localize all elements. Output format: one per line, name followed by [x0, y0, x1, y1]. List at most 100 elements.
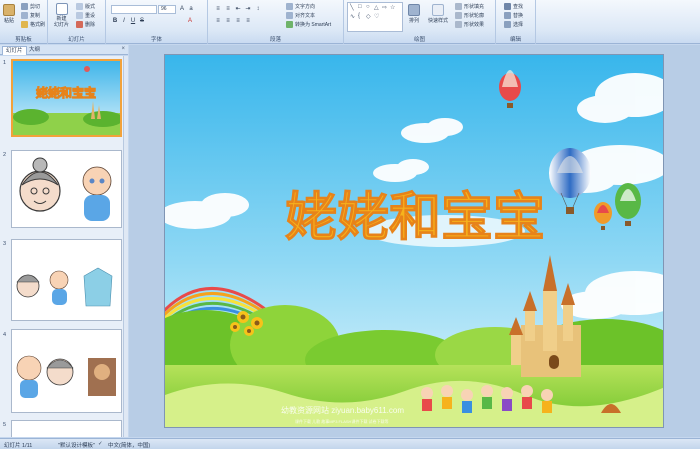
- delete-label: 删除: [85, 22, 96, 28]
- heart-shape-icon[interactable]: ♡: [374, 13, 379, 20]
- thumbnail-scrollbar[interactable]: [123, 56, 128, 437]
- shape-fill-label: 形状填充: [464, 4, 485, 10]
- align-center-button[interactable]: ≡: [224, 17, 232, 25]
- slide-thumbnails: 1 姥姥和宝宝 2 3 4 5: [0, 56, 128, 437]
- select-label: 选择: [513, 22, 524, 28]
- thumb-number: 1: [3, 60, 7, 66]
- effects-icon: [455, 21, 462, 28]
- curve-shape-icon[interactable]: ∿: [350, 13, 355, 20]
- slide-thumb-5[interactable]: [11, 420, 122, 437]
- arrow-shape-icon[interactable]: ⇨: [382, 4, 387, 11]
- reset-icon: [76, 12, 83, 19]
- slide-thumb-2[interactable]: [11, 150, 122, 228]
- spellcheck-icon[interactable]: ✓: [98, 441, 103, 447]
- justify-button[interactable]: ≡: [244, 17, 252, 25]
- brace-shape-icon[interactable]: {: [358, 13, 360, 19]
- layout-icon: [76, 3, 83, 10]
- cut-button[interactable]: 剪切: [21, 3, 40, 10]
- font-family-select[interactable]: [111, 5, 157, 14]
- bullets-button[interactable]: ≡: [214, 5, 222, 13]
- oval-shape-icon[interactable]: ○: [366, 4, 370, 10]
- reset-label: 重设: [85, 13, 96, 19]
- shapes-gallery[interactable]: ╲ □ ○ △ ⇨ ☆ ∿ { ◇ ♡: [347, 2, 403, 32]
- editing-group-label: 编辑: [509, 37, 521, 43]
- font-size-select[interactable]: 96: [158, 5, 176, 14]
- paragraph-group-label: 段落: [269, 37, 281, 43]
- shape-fill-button[interactable]: 形状填充: [455, 3, 484, 10]
- replace-label: 替换: [513, 13, 524, 19]
- line-spacing-button[interactable]: ↕: [254, 5, 262, 13]
- increase-indent-button[interactable]: ⇥: [244, 5, 252, 13]
- align-text-button[interactable]: 对齐文本: [286, 12, 315, 19]
- align-text-icon: [286, 12, 293, 19]
- slide-title[interactable]: 姥姥和宝宝: [284, 187, 545, 249]
- delete-button[interactable]: 删除: [76, 21, 95, 28]
- bold-button[interactable]: B: [111, 17, 119, 25]
- align-right-button[interactable]: ≡: [234, 17, 242, 25]
- thumb-1-preview: 姥姥和宝宝: [13, 61, 120, 135]
- copy-button[interactable]: 复制: [21, 12, 40, 19]
- fill-bucket-icon: [455, 3, 462, 10]
- reset-button[interactable]: 重设: [76, 12, 95, 19]
- line-shape-icon[interactable]: ╲: [350, 4, 354, 11]
- ribbon: 粘贴 剪切 复制 格式刷 剪贴板 新建 幻灯片 版式 重设 删除 幻灯片 96 …: [0, 0, 700, 44]
- font-group-label: 字体: [150, 37, 162, 43]
- slide-count: 幻灯片 1/11: [4, 443, 33, 449]
- thumb-number: 2: [3, 152, 7, 158]
- replace-button[interactable]: 替换: [504, 12, 523, 19]
- copy-label: 复制: [30, 13, 41, 19]
- layout-label: 版式: [85, 4, 96, 10]
- tab-slides[interactable]: 幻灯片: [2, 46, 27, 55]
- arrange-button[interactable]: 排列: [408, 4, 420, 24]
- shape-effects-button[interactable]: 形状效果: [455, 21, 484, 28]
- format-painter-button[interactable]: 格式刷: [21, 21, 45, 28]
- layout-button[interactable]: 版式: [76, 3, 95, 10]
- pane-tabs: 幻灯片 大纲 ×: [0, 45, 128, 55]
- replace-icon: [504, 12, 511, 19]
- slide-canvas: 姥姥和宝宝 幼教资源网站 ziyuan.baby611.com 课件下载 儿歌 …: [165, 55, 663, 427]
- close-pane-icon[interactable]: ×: [121, 46, 125, 52]
- callout-shape-icon[interactable]: ◇: [366, 13, 371, 20]
- quick-styles-icon: [432, 4, 444, 16]
- font-color-button[interactable]: A: [186, 17, 194, 25]
- slides-group: 新建 幻灯片 版式 重设 删除 幻灯片: [48, 0, 106, 44]
- clipboard-group-label: 剪贴板: [15, 37, 32, 43]
- quick-styles-button[interactable]: 快速样式: [428, 4, 448, 24]
- clipboard-group: 粘贴 剪切 复制 格式刷 剪贴板: [0, 0, 48, 44]
- select-button[interactable]: 选择: [504, 21, 523, 28]
- align-text-label: 对齐文本: [295, 13, 316, 19]
- align-left-button[interactable]: ≡: [214, 17, 222, 25]
- slide-thumb-3[interactable]: [11, 239, 122, 321]
- text-direction-label: 文字方向: [295, 4, 316, 10]
- font-group: 96 A a B I U S A 字体: [106, 0, 208, 44]
- copy-icon: [21, 12, 28, 19]
- strike-button[interactable]: S: [138, 17, 146, 25]
- thumb-number: 3: [3, 241, 7, 247]
- smartart-label: 转换为 SmartArt: [295, 22, 332, 28]
- tab-outline[interactable]: 大纲: [26, 46, 43, 55]
- grow-font-button[interactable]: A: [178, 5, 186, 13]
- rectangle-shape-icon[interactable]: □: [358, 4, 362, 10]
- new-slide-icon: [55, 3, 68, 15]
- star-shape-icon[interactable]: ☆: [390, 4, 395, 11]
- slide-thumb-4[interactable]: [11, 329, 122, 413]
- underline-button[interactable]: U: [129, 17, 137, 25]
- shrink-font-button[interactable]: a: [187, 5, 195, 13]
- shape-outline-button[interactable]: 形状轮廓: [455, 12, 484, 19]
- text-direction-icon: [286, 3, 293, 10]
- italic-button[interactable]: I: [120, 17, 128, 25]
- brush-icon: [21, 21, 28, 28]
- numbering-button[interactable]: ≡: [224, 5, 232, 13]
- current-slide[interactable]: 姥姥和宝宝 幼教资源网站 ziyuan.baby611.com 课件下载 儿歌 …: [164, 54, 664, 428]
- editing-group: 查找 替换 选择 编辑: [496, 0, 536, 44]
- slide-thumb-1[interactable]: 姥姥和宝宝: [11, 59, 122, 137]
- smartart-button[interactable]: 转换为 SmartArt: [286, 21, 331, 28]
- new-slide-button[interactable]: 新建 幻灯片: [54, 3, 69, 28]
- slides-group-label: 幻灯片: [68, 37, 85, 43]
- text-direction-button[interactable]: 文字方向: [286, 3, 315, 10]
- find-button[interactable]: 查找: [504, 3, 523, 10]
- paste-button[interactable]: 粘贴: [3, 4, 15, 24]
- decrease-indent-button[interactable]: ⇤: [234, 5, 242, 13]
- thumb-1-title: 姥姥和宝宝: [35, 85, 96, 100]
- triangle-shape-icon[interactable]: △: [374, 4, 379, 11]
